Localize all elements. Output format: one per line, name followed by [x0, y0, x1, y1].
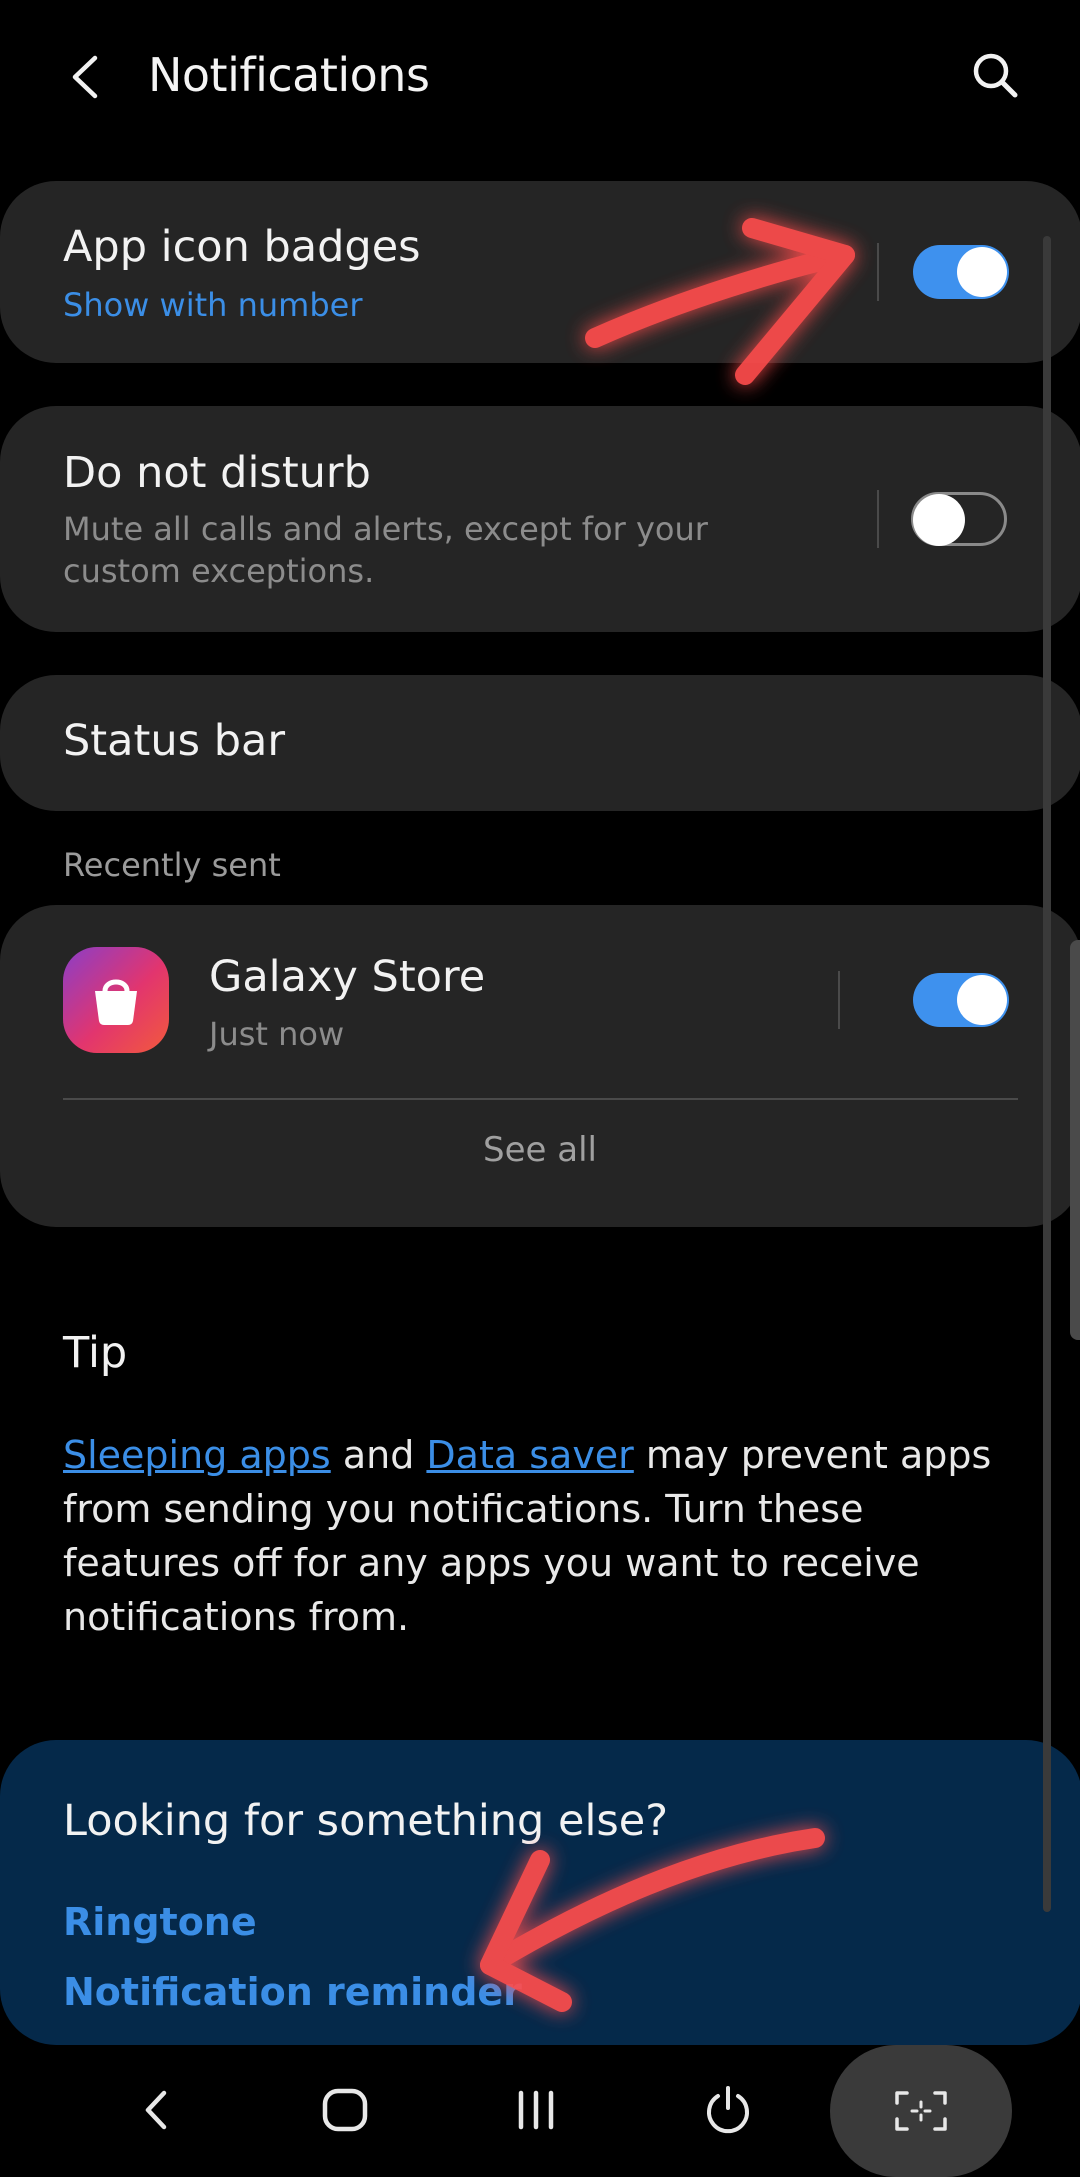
galaxy-store-switch[interactable]: [913, 973, 1009, 1027]
list-divider: [63, 1098, 1018, 1100]
galaxy-store-app-icon: [63, 947, 169, 1053]
app-icon-badges-subtitle: Show with number: [63, 286, 363, 324]
row-divider: [877, 490, 879, 548]
switch-knob: [957, 247, 1007, 297]
recents-icon: [518, 2090, 554, 2130]
tip-text: Sleeping apps and Data saver may prevent…: [63, 1428, 1023, 1644]
tip-and: and: [342, 1433, 415, 1477]
app-icon-badges-switch[interactable]: [913, 245, 1009, 299]
back-button[interactable]: [50, 42, 120, 112]
row-divider: [838, 971, 840, 1029]
sleeping-apps-link[interactable]: Sleeping apps: [63, 1433, 331, 1477]
status-bar-title: Status bar: [63, 716, 286, 766]
nav-recents-button[interactable]: [496, 2075, 576, 2145]
galaxy-store-time: Just now: [209, 1015, 345, 1053]
suggestions-title: Looking for something else?: [63, 1796, 669, 1846]
back-arrow-icon: [72, 55, 98, 99]
do-not-disturb-subtitle: Mute all calls and alerts, except for yo…: [63, 510, 708, 590]
power-icon: [707, 2086, 749, 2134]
row-divider: [877, 243, 879, 301]
back-icon: [145, 2090, 167, 2130]
scrollbar[interactable]: [1043, 236, 1051, 1912]
screen-capture-icon: [895, 2091, 947, 2131]
shopping-bag-icon: [95, 979, 137, 1025]
nav-back-button[interactable]: [116, 2075, 196, 2145]
nav-home-button[interactable]: [305, 2075, 385, 2145]
search-button[interactable]: [960, 40, 1030, 110]
notification-reminder-link[interactable]: Notification reminder: [63, 1970, 522, 2014]
switch-knob: [913, 494, 965, 546]
do-not-disturb-title: Do not disturb: [63, 448, 371, 498]
ringtone-link[interactable]: Ringtone: [63, 1900, 257, 1944]
edge-panel-handle[interactable]: [1070, 940, 1080, 1340]
screen-capture-button[interactable]: [830, 2045, 1012, 2177]
search-icon: [973, 53, 1018, 98]
recently-sent-label: Recently sent: [63, 846, 281, 884]
app-icon-badges-title: App icon badges: [63, 222, 421, 272]
tip-title: Tip: [63, 1328, 128, 1378]
galaxy-store-name: Galaxy Store: [209, 952, 486, 1002]
see-all-button[interactable]: See all: [0, 1130, 1080, 1170]
recently-sent-card: [0, 905, 1080, 1227]
switch-knob: [957, 975, 1007, 1025]
data-saver-link[interactable]: Data saver: [426, 1433, 633, 1477]
app-bar: Notifications: [0, 0, 1080, 150]
nav-power-button[interactable]: [688, 2075, 768, 2145]
do-not-disturb-switch[interactable]: [911, 492, 1007, 546]
page-title: Notifications: [148, 48, 430, 102]
home-icon: [322, 2088, 368, 2132]
